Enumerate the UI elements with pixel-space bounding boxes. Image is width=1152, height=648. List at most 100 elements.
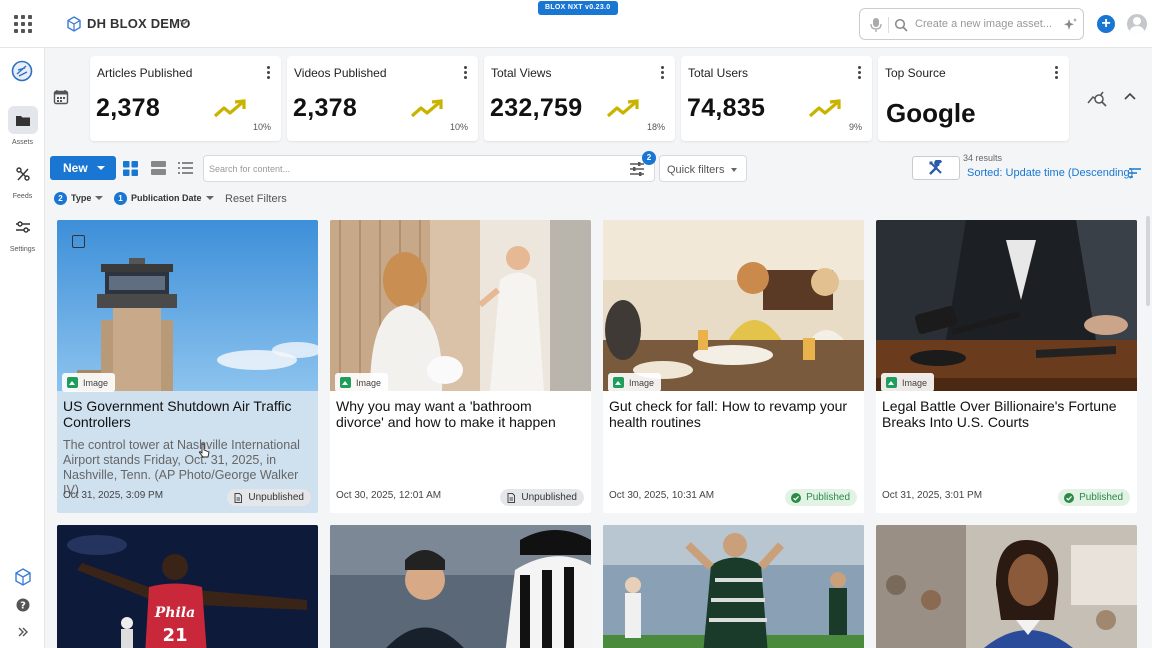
more-options-icon[interactable] [464, 66, 468, 80]
asset-card[interactable]: Image Gut check for fall: How to revamp … [603, 220, 864, 513]
ai-sparkle-icon[interactable] [1063, 17, 1078, 32]
status-badge: Published [785, 489, 857, 506]
quick-filters-dropdown[interactable]: Quick filters [659, 155, 747, 182]
card-view-icon[interactable] [147, 157, 169, 179]
asset-title[interactable]: Gut check for fall: How to revamp your h… [609, 398, 854, 430]
asset-type-tag: Image [335, 373, 389, 392]
new-button-label: New [63, 161, 88, 175]
asset-type-tag: Image [62, 373, 116, 392]
top-bar: DH BLOX DEMO BLOX NXT v0.23.0 Create a n… [0, 0, 1152, 48]
status-label: Unpublished [521, 492, 577, 503]
asset-type-tag: Image [608, 373, 662, 392]
check-circle-icon [1064, 492, 1075, 503]
asset-thumbnail [603, 525, 864, 648]
asset-prompt-field[interactable]: Create a new image asset... [859, 8, 1084, 40]
asset-card[interactable] [603, 525, 864, 648]
sidebar: Assets Feeds Settings ? [0, 48, 45, 648]
search-placeholder: Create a new image asset... [915, 18, 1052, 30]
asset-date: Oct 30, 2025, 12:01 AM [336, 490, 442, 501]
site-selector[interactable]: DH BLOX DEMO [87, 16, 191, 31]
filter-count-badge: 2 [642, 151, 656, 165]
asset-thumbnail [876, 220, 1137, 391]
tools-button[interactable] [912, 156, 960, 180]
asset-card[interactable]: Image Why you may want a 'bathroom divor… [330, 220, 591, 513]
chevron-up-icon[interactable] [1123, 90, 1137, 104]
asset-type-label: Image [83, 377, 109, 388]
microphone-icon[interactable] [869, 17, 883, 33]
stat-percent: 9% [848, 122, 862, 132]
asset-type-label: Image [356, 377, 382, 388]
status-badge: Unpublished [500, 489, 584, 506]
stat-value: Google [886, 98, 976, 128]
select-checkbox[interactable] [72, 235, 85, 248]
asset-title[interactable]: US Government Shutdown Air Traffic Contr… [63, 398, 308, 430]
reset-filters-link[interactable]: Reset Filters [225, 193, 287, 205]
asset-card[interactable] [330, 525, 591, 648]
blox-logo-icon[interactable] [11, 60, 33, 82]
jersey-team-text: Phila [154, 605, 195, 621]
sidebar-item-settings[interactable]: Settings [0, 213, 45, 253]
stat-value: 232,759 [490, 94, 583, 122]
site-cube-icon [67, 16, 81, 32]
help-icon[interactable]: ? [0, 598, 45, 612]
asset-card[interactable]: Image Legal Battle Over Billionaire's Fo… [876, 220, 1137, 513]
type-filter-chip[interactable]: 2 Type [54, 190, 104, 206]
trend-up-icon [606, 99, 639, 118]
sidebar-item-feeds[interactable]: Feeds [0, 160, 45, 200]
sort-icon[interactable] [1129, 168, 1141, 178]
sidebar-item-assets[interactable]: Assets [0, 106, 45, 146]
image-icon [613, 377, 624, 388]
publication-date-filter-chip[interactable]: 1 Publication Date [114, 190, 214, 206]
stat-percent: 18% [646, 122, 665, 132]
chevron-down-icon[interactable] [178, 16, 190, 28]
asset-card[interactable]: Image US Government Shutdown Air Traffic… [57, 220, 318, 513]
filter-tune-icon[interactable] [629, 162, 645, 176]
stat-percent: 10% [449, 122, 468, 132]
asset-title[interactable]: Legal Battle Over Billionaire's Fortune … [882, 398, 1127, 430]
stat-card-top-source: Top Source Google [878, 56, 1069, 141]
stat-card-videos: Videos Published 2,378 10% [287, 56, 478, 141]
asset-date: Oct 30, 2025, 10:31 AM [609, 490, 715, 501]
more-options-icon[interactable] [858, 66, 862, 80]
more-options-icon[interactable] [661, 66, 665, 80]
asset-title[interactable]: Why you may want a 'bathroom divorce' an… [336, 398, 581, 430]
calendar-icon[interactable] [53, 89, 69, 105]
grid-view-icon[interactable] [119, 157, 141, 179]
trend-up-icon [213, 99, 246, 118]
status-badge: Unpublished [227, 489, 311, 506]
expand-sidebar-icon[interactable] [0, 626, 45, 638]
asset-thumbnail [603, 220, 864, 391]
analytics-search-icon[interactable] [1087, 88, 1107, 108]
list-view-icon[interactable] [174, 157, 196, 179]
asset-type-label: Image [629, 377, 655, 388]
stat-card-articles: Articles Published 2,378 10% [90, 56, 281, 141]
caret-down-icon [97, 166, 105, 170]
apps-grid-icon[interactable] [14, 15, 32, 33]
more-options-icon[interactable] [267, 66, 271, 80]
avatar[interactable] [1127, 14, 1147, 34]
settings-icon [8, 213, 38, 241]
image-icon [340, 377, 351, 388]
content-search-input[interactable]: Search for content... [203, 155, 655, 182]
sort-dropdown[interactable]: Sorted: Update time (Descending) [967, 167, 1133, 179]
add-button[interactable]: + [1097, 15, 1115, 33]
asset-card[interactable] [876, 525, 1137, 648]
more-options-icon[interactable] [1055, 66, 1059, 80]
scrollbar[interactable] [1146, 216, 1150, 306]
folder-icon [7, 106, 38, 134]
sidebar-item-label: Assets [11, 139, 33, 146]
search-icon [894, 18, 908, 32]
status-label: Published [806, 492, 850, 503]
search-placeholder: Search for content... [209, 164, 291, 174]
blox-cube-icon[interactable] [0, 568, 45, 586]
asset-card[interactable]: Phila 21 [57, 525, 318, 648]
asset-thumbnail [57, 220, 318, 391]
quick-filters-label: Quick filters [667, 164, 725, 176]
status-label: Unpublished [248, 492, 304, 503]
svg-text:?: ? [20, 601, 26, 612]
asset-thumbnail [330, 220, 591, 391]
asset-thumbnail [876, 525, 1137, 648]
image-icon [67, 377, 78, 388]
new-button[interactable]: New [50, 156, 116, 180]
check-circle-icon [791, 492, 802, 503]
